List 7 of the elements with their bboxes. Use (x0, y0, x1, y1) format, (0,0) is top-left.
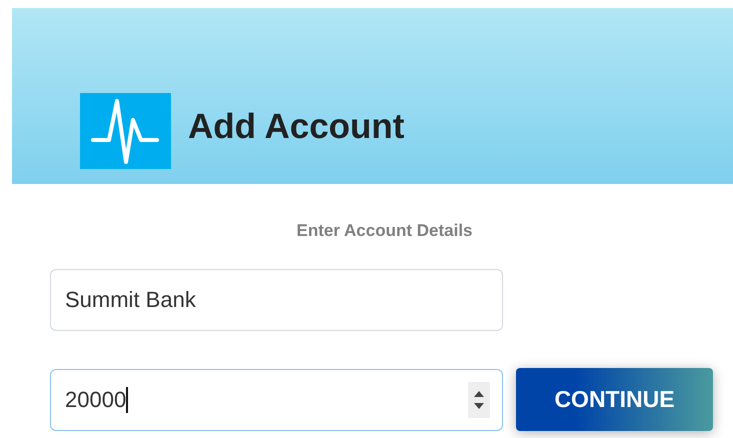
pulse-icon (80, 93, 171, 169)
spinner-icon[interactable] (468, 382, 490, 418)
input-field[interactable]: 20000 (50, 368, 503, 430)
input-field[interactable]: Summit Bank (50, 269, 503, 331)
form-heading: Enter Account Details (295, 221, 474, 241)
continue-button[interactable]: CONTINUE (516, 368, 713, 431)
page-title: Add Account (188, 107, 404, 147)
